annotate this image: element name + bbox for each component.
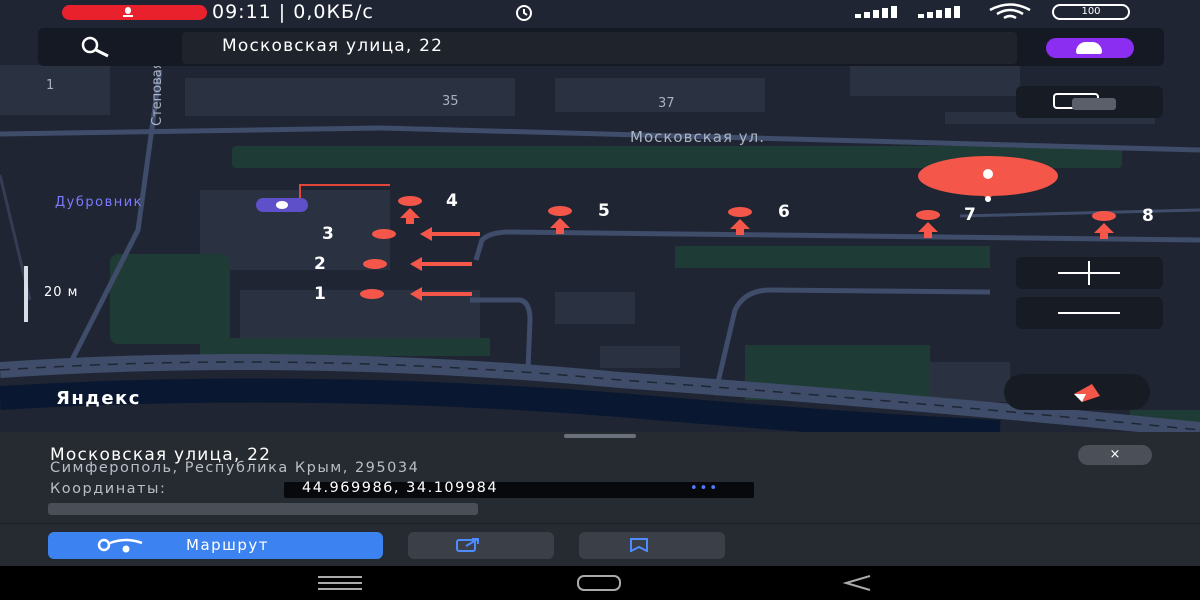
- poi-label[interactable]: Дубровник: [55, 195, 143, 210]
- yandex-logo: Яндекс: [56, 388, 141, 409]
- menu-icon[interactable]: [318, 576, 362, 590]
- marker-label[interactable]: 3: [322, 224, 337, 244]
- alice-assistant-button[interactable]: [1046, 38, 1134, 58]
- marker-label[interactable]: 1: [314, 284, 329, 304]
- house-number: 37: [658, 96, 675, 111]
- zoom-out-button[interactable]: [1016, 297, 1163, 329]
- marker-label[interactable]: 2: [314, 254, 329, 274]
- coords-value[interactable]: 44.969986, 34.109984: [302, 480, 498, 496]
- marker-label[interactable]: 6: [778, 202, 793, 222]
- marker-label[interactable]: 4: [446, 191, 461, 211]
- scale-label: 20 м: [44, 285, 79, 300]
- route-label[interactable]: Маршрут: [186, 536, 269, 554]
- compass-button[interactable]: [1004, 374, 1150, 410]
- house-number: 35: [442, 94, 459, 109]
- marker-label[interactable]: 8: [1142, 206, 1157, 226]
- search-query[interactable]: Московская улица, 22: [222, 36, 443, 56]
- system-nav-bar: [0, 566, 1200, 600]
- route-icon[interactable]: [92, 537, 150, 553]
- marker-label[interactable]: 7: [964, 205, 979, 225]
- alarm-icon: [516, 5, 532, 21]
- place-address: Симферополь, Республика Крым, 295034: [50, 460, 420, 476]
- recording-indicator[interactable]: [62, 5, 207, 20]
- home-icon[interactable]: [577, 575, 621, 591]
- share-button[interactable]: [408, 532, 554, 559]
- info-placeholder: [48, 503, 478, 515]
- bookmark-button[interactable]: [579, 532, 725, 559]
- divider: [0, 523, 1200, 524]
- status-time: 09:11 | 0,0КБ/с: [212, 1, 374, 23]
- mic-icon: [123, 7, 133, 17]
- house-number: 1: [46, 78, 55, 93]
- share-icon: [456, 538, 479, 552]
- sheet-handle[interactable]: [564, 434, 636, 438]
- coords-more-icon[interactable]: •••: [690, 481, 719, 496]
- wifi-icon: [989, 3, 1031, 20]
- marker-label[interactable]: 5: [598, 201, 613, 221]
- signal-icon: [855, 6, 897, 18]
- poi-pin-icon[interactable]: [256, 198, 308, 212]
- search-icon[interactable]: [80, 36, 110, 58]
- back-icon[interactable]: [842, 574, 872, 592]
- layers-button[interactable]: [1016, 86, 1163, 118]
- compass-icon: [1074, 384, 1100, 402]
- scale-bar: [24, 266, 28, 322]
- coords-label: Координаты:: [50, 481, 167, 497]
- layers-icon: [1053, 93, 1116, 110]
- signal-icon: [918, 6, 960, 18]
- street-label: Московская ул.: [630, 128, 765, 146]
- close-button[interactable]: ×: [1078, 445, 1152, 465]
- zoom-in-button[interactable]: [1016, 257, 1163, 289]
- battery-icon: 100: [1052, 4, 1130, 20]
- bookmark-icon: [630, 538, 648, 552]
